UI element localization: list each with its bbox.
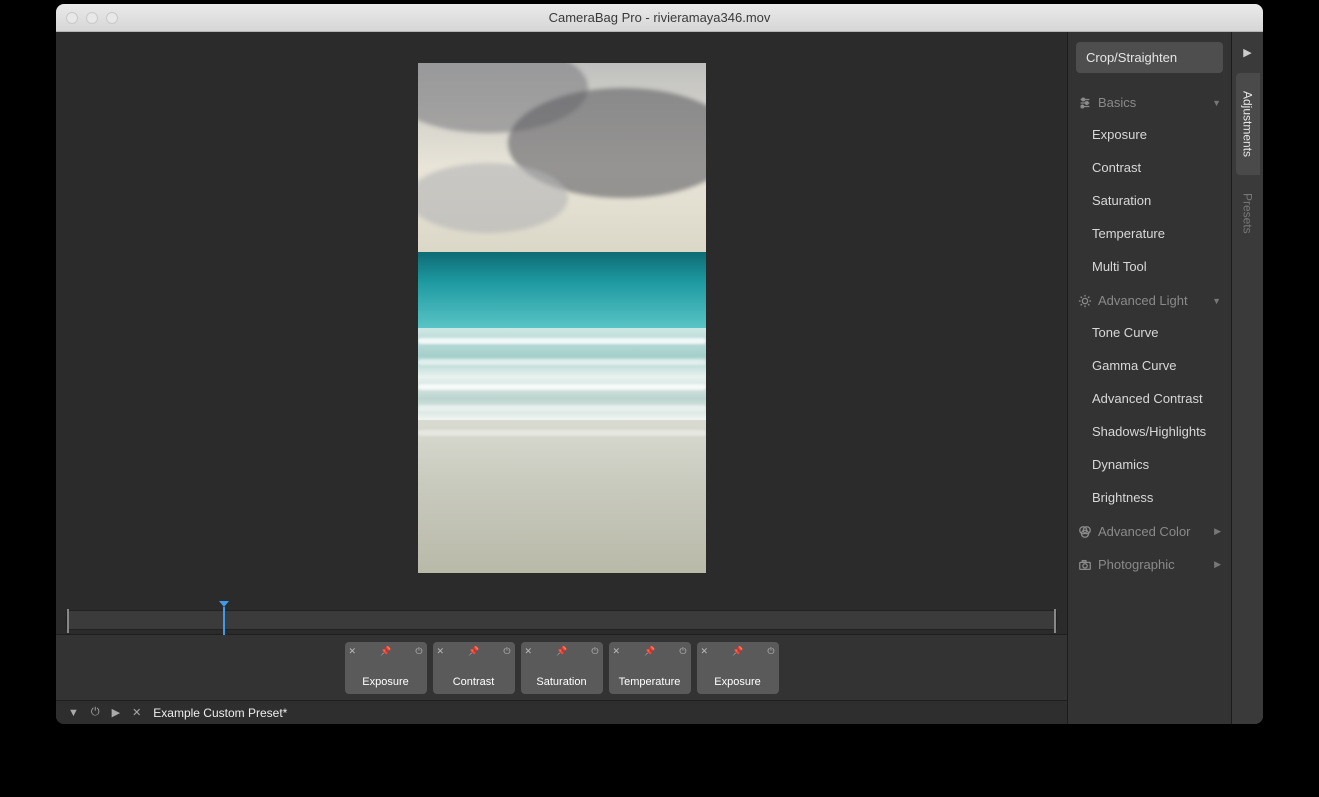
window-title: CameraBag Pro - rivieramaya346.mov: [56, 10, 1263, 25]
section-label: Advanced Light: [1098, 293, 1188, 308]
footer-play-icon[interactable]: ▶: [112, 706, 120, 719]
right-tab-rail: ▶ AdjustmentsPresets: [1231, 32, 1263, 724]
adjustment-tone-curve[interactable]: Tone Curve: [1076, 316, 1223, 349]
section-label: Photographic: [1098, 557, 1175, 572]
tile-pin-icon[interactable]: 📌: [468, 646, 479, 657]
tile-close-icon[interactable]: ✕: [349, 646, 357, 657]
chevron-right-icon: ▶: [1214, 526, 1221, 537]
chevron-down-icon: ▼: [1212, 98, 1221, 108]
section-header-photographic[interactable]: Photographic ▶: [1076, 547, 1223, 580]
tile-power-icon[interactable]: ⏻: [503, 646, 510, 657]
minimize-window-button[interactable]: [86, 12, 98, 24]
footer-collapse-icon[interactable]: ▼: [68, 707, 79, 719]
close-window-button[interactable]: [66, 12, 78, 24]
tile-power-icon[interactable]: ⏻: [591, 646, 598, 657]
tile-power-icon[interactable]: ⏻: [415, 646, 422, 657]
media-viewport[interactable]: [56, 32, 1067, 604]
adjustment-dynamics[interactable]: Dynamics: [1076, 448, 1223, 481]
zoom-window-button[interactable]: [106, 12, 118, 24]
crop-straighten-button[interactable]: Crop/Straighten: [1076, 42, 1223, 73]
tile-label: Exposure: [714, 676, 760, 688]
section-header-basics[interactable]: Basics ▼: [1076, 85, 1223, 118]
adjustment-gamma-curve[interactable]: Gamma Curve: [1076, 349, 1223, 382]
section-header-advanced-light[interactable]: Advanced Light ▼: [1076, 283, 1223, 316]
timeline-end-marker[interactable]: [1054, 609, 1056, 633]
tile-label: Exposure: [362, 676, 408, 688]
adjustment-contrast[interactable]: Contrast: [1076, 151, 1223, 184]
tile-pin-icon[interactable]: 📌: [732, 646, 743, 657]
tile-close-icon[interactable]: ✕: [613, 646, 621, 657]
tile-label: Temperature: [619, 676, 681, 688]
section-label: Advanced Color: [1098, 524, 1191, 539]
tile-pin-icon[interactable]: 📌: [644, 646, 655, 657]
tile-power-icon[interactable]: ⏻: [767, 646, 774, 657]
adjustment-tile-temperature[interactable]: ✕ 📌 ⏻ Temperature: [609, 642, 691, 694]
app-window: CameraBag Pro - rivieramaya346.mov: [56, 4, 1263, 724]
adjustment-temperature[interactable]: Temperature: [1076, 217, 1223, 250]
section-label: Basics: [1098, 95, 1136, 110]
tile-pin-icon[interactable]: 📌: [380, 646, 391, 657]
adjustment-tile-exposure[interactable]: ✕ 📌 ⏻ Exposure: [345, 642, 427, 694]
playhead[interactable]: [223, 607, 225, 635]
adjustment-saturation[interactable]: Saturation: [1076, 184, 1223, 217]
tile-power-icon[interactable]: ⏻: [679, 646, 686, 657]
adjustment-tiles-row: ✕ 📌 ⏻ Exposure ✕ 📌 ⏻ Contrast ✕ 📌 ⏻ Saturation ✕ 📌 ⏻ Te…: [56, 634, 1067, 700]
chevron-right-icon: ▶: [1214, 559, 1221, 570]
adjustment-shadows-highlights[interactable]: Shadows/Highlights: [1076, 415, 1223, 448]
tile-close-icon[interactable]: ✕: [437, 646, 445, 657]
main-column: ✕ 📌 ⏻ Exposure ✕ 📌 ⏻ Contrast ✕ 📌 ⏻ Saturation ✕ 📌 ⏻ Te…: [56, 32, 1067, 724]
tile-label: Saturation: [536, 676, 586, 688]
tile-pin-icon[interactable]: 📌: [556, 646, 567, 657]
traffic-lights: [56, 12, 118, 24]
tile-label: Contrast: [453, 676, 495, 688]
tile-close-icon[interactable]: ✕: [525, 646, 533, 657]
timeline-container: [56, 604, 1067, 634]
adjustment-tile-exposure[interactable]: ✕ 📌 ⏻ Exposure: [697, 642, 779, 694]
tab-presets[interactable]: Presets: [1236, 175, 1260, 252]
adjustment-tile-saturation[interactable]: ✕ 📌 ⏻ Saturation: [521, 642, 603, 694]
adjustment-advanced-contrast[interactable]: Advanced Contrast: [1076, 382, 1223, 415]
rail-collapse-icon[interactable]: ▶: [1243, 40, 1251, 73]
footer-power-icon[interactable]: ⏻: [91, 706, 100, 719]
adjustments-panel: Crop/Straighten Basics▼ExposureContrastS…: [1067, 32, 1231, 724]
tile-close-icon[interactable]: ✕: [701, 646, 709, 657]
adjustment-brightness[interactable]: Brightness: [1076, 481, 1223, 514]
adjustment-exposure[interactable]: Exposure: [1076, 118, 1223, 151]
footer-close-icon[interactable]: ✕: [132, 706, 141, 719]
preset-name-label: Example Custom Preset*: [153, 706, 287, 720]
timeline-start-marker[interactable]: [67, 609, 69, 633]
chevron-down-icon: ▼: [1212, 296, 1221, 306]
section-header-advanced-color[interactable]: Advanced Color ▶: [1076, 514, 1223, 547]
app-body: ✕ 📌 ⏻ Exposure ✕ 📌 ⏻ Contrast ✕ 📌 ⏻ Saturation ✕ 📌 ⏻ Te…: [56, 32, 1263, 724]
adjustment-multi-tool[interactable]: Multi Tool: [1076, 250, 1223, 283]
adjustment-tile-contrast[interactable]: ✕ 📌 ⏻ Contrast: [433, 642, 515, 694]
footer-bar: ▼ ⏻ ▶ ✕ Example Custom Preset*: [56, 700, 1067, 724]
timeline[interactable]: [66, 610, 1057, 630]
tab-adjustments[interactable]: Adjustments: [1236, 73, 1260, 175]
titlebar: CameraBag Pro - rivieramaya346.mov: [56, 4, 1263, 32]
preview-image: [418, 63, 706, 573]
